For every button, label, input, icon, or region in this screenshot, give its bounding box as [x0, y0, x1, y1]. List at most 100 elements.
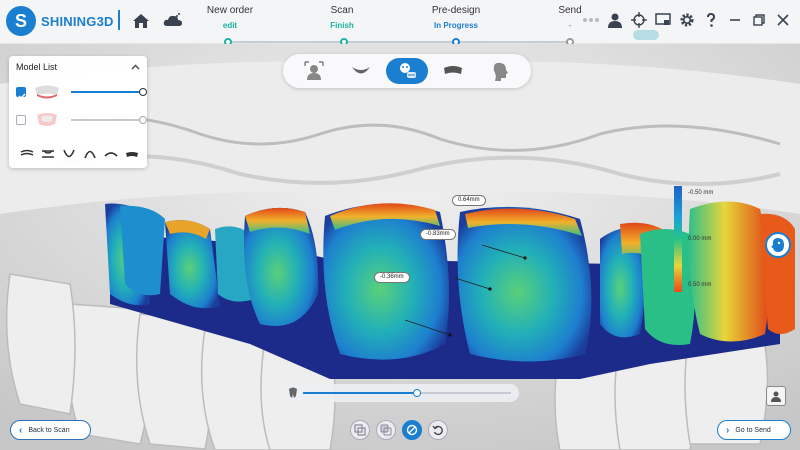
logo-divider — [118, 10, 120, 30]
cloud-icon — [163, 13, 182, 26]
window-toolbar — [578, 9, 794, 31]
home-icon — [133, 14, 149, 28]
face-teeth-icon — [399, 63, 416, 78]
measurement-label[interactable]: -0.83mm — [420, 229, 456, 240]
tooth-icon — [289, 387, 297, 398]
user-button[interactable] — [604, 9, 626, 31]
head-profile-icon — [493, 62, 508, 81]
scale-label-top: -0.50 mm — [688, 190, 714, 196]
step-status: In Progress — [433, 21, 478, 30]
top-bar: S SHINING3D New order edit Scan Finish P… — [0, 0, 800, 46]
measurement-label[interactable]: 0.64mm — [452, 195, 486, 206]
cloud-button[interactable] — [162, 10, 184, 32]
face-scan-icon — [304, 61, 324, 80]
layer-stack-icon — [20, 149, 33, 156]
chevron-up-icon[interactable] — [131, 64, 140, 70]
minimize-icon — [730, 19, 740, 21]
model-row-1 — [9, 78, 147, 106]
scale-label-mid: 0.00 mm — [688, 236, 712, 242]
tool-button[interactable] — [38, 147, 57, 161]
model-visibility-checkbox[interactable] — [16, 115, 26, 125]
bracket-icon — [41, 150, 54, 158]
back-button-label: Back to Scan — [28, 426, 70, 434]
undo-icon — [432, 425, 443, 436]
tool-button[interactable] — [80, 147, 99, 161]
tool-button[interactable] — [59, 147, 78, 161]
slider-knob[interactable] — [413, 389, 422, 397]
copy-icon — [380, 424, 392, 436]
face-overlay-button[interactable] — [765, 232, 791, 258]
lower-jaw-view-button[interactable] — [340, 58, 382, 84]
n-arch-icon — [83, 150, 96, 159]
user-icon — [608, 13, 622, 28]
tool-button[interactable] — [17, 147, 36, 161]
logo-mark-icon: S — [6, 6, 36, 36]
help-button[interactable] — [700, 9, 722, 31]
app-logo: S SHINING3D — [6, 6, 114, 36]
deviation-color-scale — [674, 186, 682, 292]
tool-button[interactable] — [122, 147, 141, 161]
close-button[interactable] — [772, 9, 794, 31]
model-visibility-checkbox[interactable] — [16, 87, 26, 100]
model-opacity-slider[interactable] — [71, 88, 147, 96]
upper-jaw-view-button[interactable] — [432, 58, 474, 84]
slider-fill — [303, 392, 418, 394]
model-opacity-slider[interactable] — [71, 116, 147, 124]
crosshair-icon — [631, 12, 647, 28]
chevron-left-icon: ‹ — [19, 424, 23, 436]
aim-indicator — [633, 30, 659, 40]
face-view-button[interactable] — [293, 58, 335, 84]
send-button-label: Go to Send — [735, 426, 771, 434]
measurement-label[interactable]: -0.36mm — [374, 272, 410, 283]
model-list-header[interactable]: Model List — [9, 56, 147, 78]
view-toolbar — [283, 54, 531, 88]
home-button[interactable] — [130, 10, 152, 32]
step-title: New order — [206, 5, 254, 16]
undo-button[interactable] — [428, 420, 448, 440]
step-title: Pre-design — [431, 5, 481, 16]
more-button[interactable] — [580, 9, 602, 31]
model-row-2 — [9, 106, 147, 134]
model-list-panel: Model List — [9, 56, 147, 168]
bottom-tools — [350, 420, 454, 440]
smile-arch-icon — [351, 67, 370, 74]
model-tools — [17, 147, 143, 161]
restore-icon — [753, 14, 765, 26]
steps-line — [228, 41, 570, 43]
slider-knob[interactable] — [139, 116, 147, 124]
monitor-icon — [655, 13, 671, 25]
lower-jaw-thumbnail — [37, 113, 57, 126]
workflow-steps: New order edit Scan Finish Pre-design In… — [190, 0, 590, 46]
back-to-scan-button[interactable]: ‹ Back to Scan — [10, 420, 91, 440]
brand-name: SHINING3D — [41, 13, 114, 29]
dots-icon — [583, 18, 599, 22]
color-map-button[interactable] — [402, 420, 422, 440]
overlay-toggle-button[interactable] — [350, 420, 370, 440]
step-title: Scan — [330, 5, 354, 16]
minimize-button[interactable] — [724, 9, 746, 31]
upper-jaw-thumbnail — [35, 85, 59, 99]
settings-button[interactable] — [676, 9, 698, 31]
copy-layer-button[interactable] — [376, 420, 396, 440]
step-status: edit — [222, 21, 238, 30]
aim-button[interactable] — [628, 9, 650, 31]
step-pre-design[interactable]: Pre-design In Progress — [416, 5, 496, 30]
step-scan[interactable]: Scan Finish — [302, 5, 382, 30]
slider-knob[interactable] — [139, 88, 147, 96]
step-new-order[interactable]: New order edit — [190, 5, 270, 30]
overlap-icon — [354, 424, 366, 436]
smile-design-view-button[interactable] — [385, 58, 428, 84]
model-list-title: Model List — [16, 62, 58, 72]
close-icon — [777, 14, 789, 26]
restore-button[interactable] — [748, 9, 770, 31]
screen-button[interactable] — [652, 9, 674, 31]
step-status: Finish — [330, 21, 354, 30]
curve-icon — [103, 152, 118, 157]
profile-view-button[interactable] — [479, 58, 521, 84]
go-to-send-button[interactable]: › Go to Send — [717, 420, 791, 440]
u-arch-icon — [62, 149, 75, 158]
clipping-slider-bar — [283, 384, 519, 402]
view-reset-button[interactable] — [766, 386, 786, 406]
slider-track[interactable] — [303, 389, 511, 397]
tool-button[interactable] — [101, 147, 120, 161]
